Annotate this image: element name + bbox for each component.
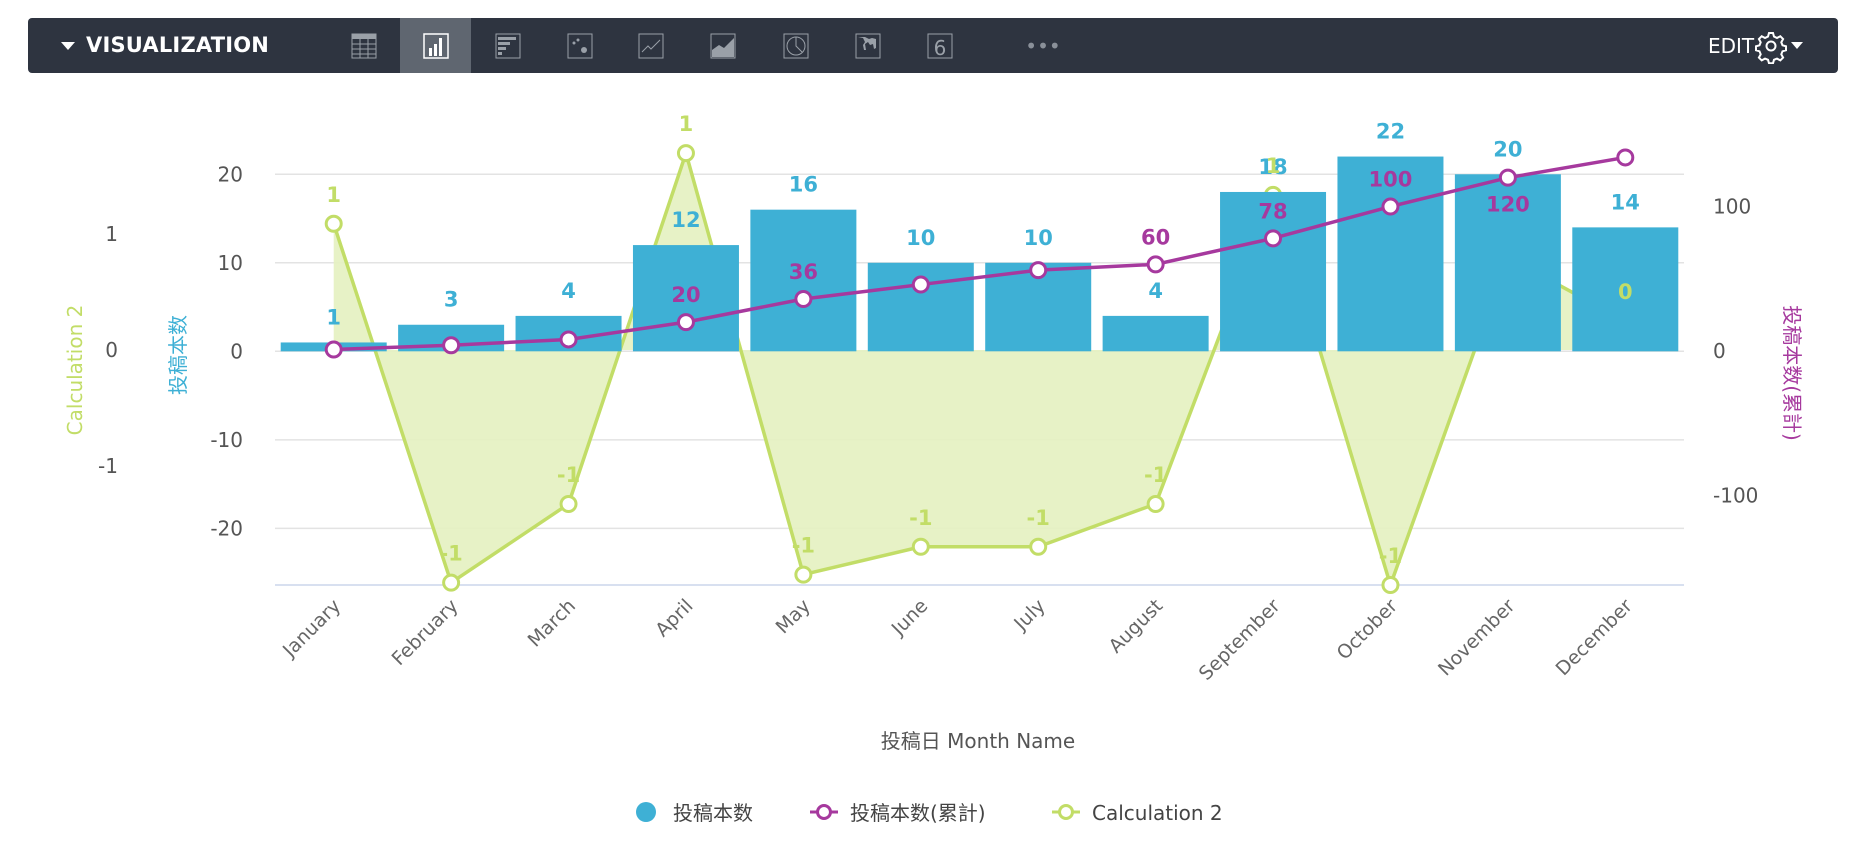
legend-label: 投稿本数	[673, 801, 753, 825]
calculation-data-label: 0	[1618, 280, 1633, 304]
calculation-data-label: -1	[1379, 544, 1402, 568]
y-tick-label-left-outer: 0	[105, 338, 118, 362]
calculation-point	[676, 144, 695, 163]
y-tick-label-left-inner: 20	[218, 162, 243, 186]
x-tick-label: April	[651, 595, 697, 641]
calculation-point	[324, 214, 343, 233]
calculation-point	[1146, 494, 1165, 513]
cumulative-point	[1616, 148, 1635, 167]
cumulative-point	[676, 313, 695, 332]
cumulative-data-label: 60	[1141, 225, 1170, 249]
bar-data-label: 4	[1148, 279, 1163, 303]
calculation-data-label: -1	[792, 534, 815, 558]
cumulative-point	[324, 340, 343, 359]
cumulative-data-label: 36	[789, 260, 818, 284]
x-tick-label: March	[524, 595, 581, 652]
y-tick-label-left-inner: 10	[218, 251, 243, 275]
y-axis-title-calculation: Calculation 2	[63, 305, 87, 436]
calculation-data-label: -1	[909, 506, 932, 530]
bar-data-label: 10	[1024, 226, 1053, 250]
y-tick-label-left-outer: 1	[105, 222, 118, 246]
x-axis-title: 投稿日 Month Name	[881, 729, 1075, 753]
cumulative-point	[1264, 229, 1283, 248]
cumulative-data-label: 120	[1486, 193, 1530, 217]
x-tick-label: July	[1009, 595, 1049, 635]
calculation-data-label: 1	[326, 183, 341, 207]
calculation-point	[442, 573, 461, 592]
y-axis-title-cumulative: 投稿本数(累計)	[1780, 305, 1804, 441]
calculation-data-label: -1	[557, 463, 580, 487]
x-tick-label: January	[278, 595, 345, 662]
legend-calculation-marker	[1058, 804, 1074, 820]
y-tick-label-right: 0	[1713, 339, 1726, 363]
bar-data-label: 22	[1376, 120, 1405, 144]
y-tick-label-left-inner: -10	[210, 428, 243, 452]
bar-data-label: 16	[789, 173, 818, 197]
bar-data-label: 12	[671, 208, 700, 232]
calculation-data-label: -1	[1144, 463, 1167, 487]
y-tick-label-left-inner: -20	[210, 516, 243, 540]
bar-data-label: 1	[326, 305, 341, 329]
chart: 20100-10-2010-11000-100Calculation 2 投稿本数…	[63, 112, 1804, 825]
bar	[1102, 315, 1209, 352]
x-tick-label: February	[388, 595, 463, 670]
y-tick-label-left-inner: 0	[230, 339, 243, 363]
cumulative-point	[1146, 255, 1165, 274]
calculation-point	[794, 565, 813, 584]
x-tick-label: November	[1434, 595, 1520, 681]
legend-bar-marker	[636, 802, 656, 822]
bar-data-label: 14	[1611, 190, 1640, 214]
legend-label: 投稿本数(累計)	[850, 801, 986, 825]
cumulative-point	[1029, 261, 1048, 280]
calculation-point	[1381, 576, 1400, 594]
cumulative-point	[794, 290, 813, 308]
x-tick-label: October	[1333, 595, 1402, 664]
calculation-data-label: -1	[1027, 506, 1050, 530]
bar-data-label: 3	[444, 288, 459, 312]
calculation-data-label: 1	[679, 112, 694, 136]
calculation-point	[559, 494, 578, 513]
cumulative-data-label: 100	[1369, 168, 1413, 192]
x-tick-label: September	[1195, 595, 1285, 685]
cumulative-data-label: 78	[1258, 199, 1287, 223]
bar-data-label: 20	[1493, 137, 1522, 161]
legend-label: Calculation 2	[1092, 801, 1223, 825]
x-tick-label: December	[1552, 595, 1637, 680]
x-tick-label: June	[887, 595, 933, 641]
bar-data-label: 10	[906, 226, 935, 250]
x-tick-label: May	[772, 595, 815, 638]
y-tick-label-left-outer: -1	[98, 454, 118, 478]
cumulative-point	[1381, 197, 1400, 216]
cumulative-point	[442, 336, 461, 355]
bar-data-label: 4	[561, 279, 576, 303]
calculation-data-label: 1	[1266, 154, 1281, 178]
x-tick-label: August	[1105, 595, 1168, 658]
legend-cumulative-marker	[816, 804, 832, 820]
cumulative-data-label: 20	[671, 283, 700, 307]
calculation-data-label: -1	[439, 542, 462, 566]
cumulative-point	[1498, 168, 1517, 187]
y-axis-title-posts: 投稿本数	[166, 315, 190, 395]
cumulative-point	[559, 330, 578, 349]
cumulative-point	[911, 275, 930, 294]
y-tick-label-right: 100	[1713, 195, 1751, 219]
calculation-point	[1029, 537, 1048, 556]
y-tick-label-right: -100	[1713, 483, 1758, 507]
calculation-point	[911, 537, 930, 556]
